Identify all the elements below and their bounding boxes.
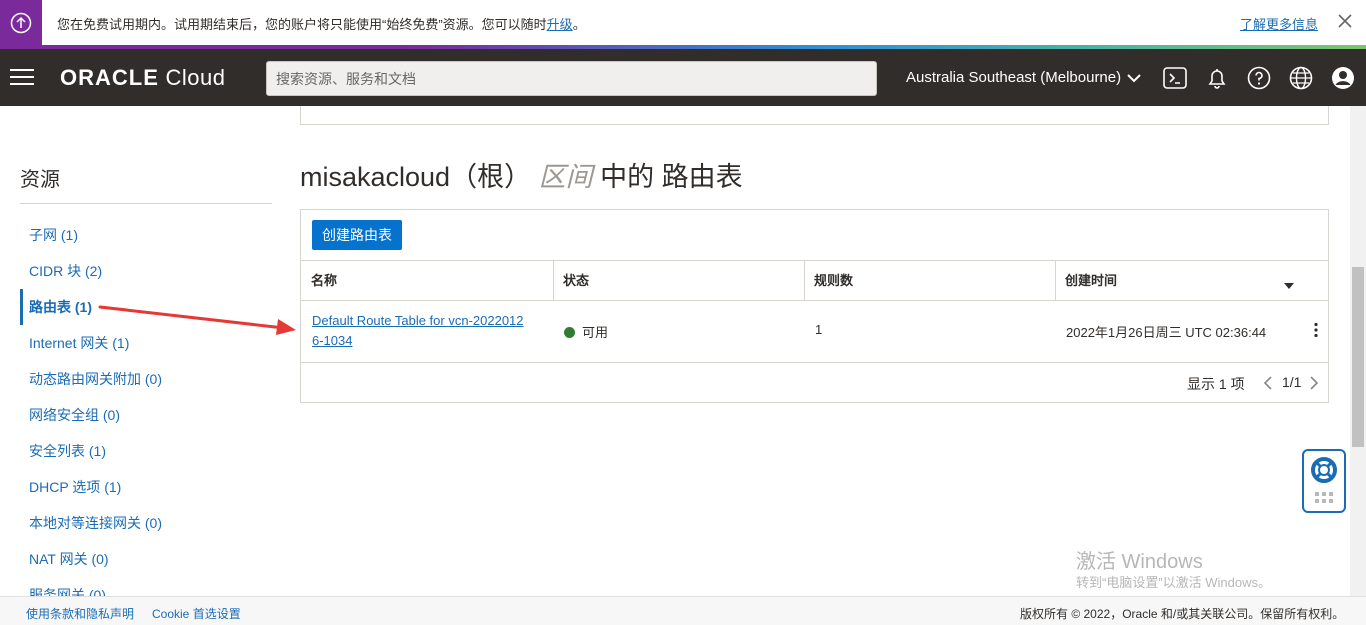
copyright-text: 版权所有 © 2022，Oracle 和/或其关联公司。保留所有权利。 [1020, 607, 1345, 621]
help-widget[interactable] [1302, 449, 1346, 513]
search-input[interactable] [266, 61, 877, 96]
sidebar-item-local-peering-gateways[interactable]: 本地对等连接网关 (0) [20, 505, 272, 541]
sidebar-item-security-lists[interactable]: 安全列表 (1) [20, 433, 272, 469]
sidebar-item-drg-attachments[interactable]: 动态路由网关附加 (0) [20, 361, 272, 397]
status-label: 可用 [582, 325, 609, 340]
cookie-preferences-link[interactable]: Cookie 首选设置 [152, 605, 241, 622]
top-header: ORACLE Cloud Australia Southeast (Melbou… [0, 49, 1366, 106]
page-indicator: 1/1 [1282, 374, 1302, 390]
previous-panel-bottom [300, 106, 1329, 125]
route-table-name-link[interactable]: Default Route Table for vcn-2022012 6-103… [312, 311, 548, 351]
sidebar-title: 资源 [20, 169, 60, 191]
sidebar-item-dhcp-options[interactable]: DHCP 选项 (1) [20, 469, 272, 505]
help-icon[interactable] [1246, 65, 1272, 91]
status-available-icon [564, 327, 575, 338]
learn-more-link[interactable]: 了解更多信息 [1240, 14, 1318, 33]
resources-sidebar: 资源 子网 (1) CIDR 块 (2) 路由表 (1) Internet 网关… [0, 106, 290, 603]
column-header-name[interactable]: 名称 [301, 261, 553, 301]
column-header-rules[interactable]: 规则数 [804, 261, 1055, 301]
chevron-down-icon [1127, 73, 1141, 82]
lifebuoy-icon [1311, 457, 1337, 503]
trial-message: 您在免费试用期内。试用期结束后，您的账户将只能使用“始终免费”资源。您可以随时升… [57, 17, 586, 32]
region-selector[interactable]: Australia Southeast (Melbourne) [906, 69, 1141, 86]
sort-descending-icon[interactable] [1283, 277, 1295, 295]
windows-watermark-title: 激活 Windows [1076, 551, 1203, 573]
scrollbar-thumb[interactable] [1352, 267, 1364, 447]
chevron-right-icon[interactable] [1309, 376, 1319, 393]
close-icon[interactable] [1336, 12, 1354, 30]
upgrade-icon [0, 0, 42, 46]
cloud-shell-icon[interactable] [1162, 65, 1188, 91]
table-header: 名称 状态 规则数 创建时间 [301, 260, 1328, 301]
page-footer: 使用条款和隐私声明 Cookie 首选设置 版权所有 © 2022，Oracle… [0, 596, 1366, 625]
sidebar-item-cidr-blocks[interactable]: CIDR 块 (2) [20, 253, 272, 289]
globe-icon[interactable] [1288, 65, 1314, 91]
actions-menu-icon[interactable] [1313, 322, 1319, 341]
route-tables-panel: 创建路由表 名称 状态 规则数 创建时间 Default Route Table… [300, 209, 1329, 403]
windows-watermark-subtitle: 转到“电脑设置”以激活 Windows。 [1076, 575, 1272, 590]
page-title: misakacloud（根） 区间 中的 路由表 [300, 162, 743, 192]
divider [20, 203, 272, 204]
annotation-arrow-icon [98, 305, 296, 335]
sidebar-item-nat-gateways[interactable]: NAT 网关 (0) [20, 541, 272, 577]
create-route-table-button[interactable]: 创建路由表 [312, 220, 402, 250]
status-cell: 可用 [564, 322, 608, 341]
chevron-left-icon[interactable] [1263, 376, 1273, 393]
oracle-cloud-logo[interactable]: ORACLE Cloud [60, 65, 226, 91]
pagination-bar: 显示 1 项 1/1 [301, 370, 1328, 396]
showing-count: 显示 1 项 [1187, 376, 1245, 392]
terms-privacy-link[interactable]: 使用条款和隐私声明 [26, 605, 134, 622]
table-row: Default Route Table for vcn-2022012 6-103… [301, 301, 1328, 363]
created-time: 2022年1月26日周三 UTC 02:36:44 [1066, 325, 1267, 340]
column-header-status[interactable]: 状态 [553, 261, 804, 301]
column-header-created[interactable]: 创建时间 [1055, 261, 1275, 301]
user-avatar-icon[interactable] [1330, 65, 1356, 91]
rules-count: 1 [815, 322, 823, 337]
upgrade-link[interactable]: 升级 [547, 17, 573, 32]
sidebar-item-network-security-groups[interactable]: 网络安全组 (0) [20, 397, 272, 433]
menu-icon[interactable] [10, 67, 34, 87]
trial-banner: 您在免费试用期内。试用期结束后，您的账户将只能使用“始终免费”资源。您可以随时升… [0, 0, 1366, 46]
sidebar-item-subnets[interactable]: 子网 (1) [20, 217, 272, 253]
bell-icon[interactable] [1204, 65, 1230, 91]
